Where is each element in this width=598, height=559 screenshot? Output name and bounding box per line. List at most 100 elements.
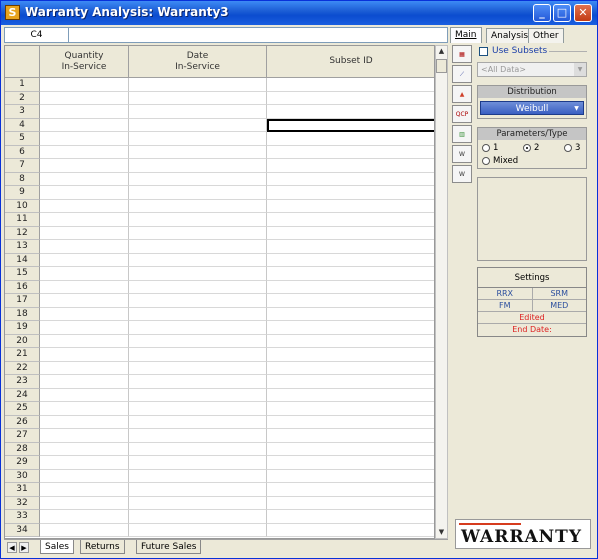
- table-cell[interactable]: [40, 172, 129, 186]
- use-subsets-checkbox[interactable]: [479, 47, 488, 56]
- table-row[interactable]: 15: [5, 267, 434, 281]
- table-cell[interactable]: [40, 483, 129, 497]
- table-cell[interactable]: [267, 416, 434, 429]
- table-cell[interactable]: [40, 496, 129, 510]
- row-number[interactable]: 34: [5, 523, 40, 537]
- table-cell[interactable]: [129, 226, 267, 240]
- title-bar[interactable]: S Warranty Analysis: Warranty3 _ □ ✕: [1, 1, 597, 25]
- row-number[interactable]: 8: [5, 172, 40, 186]
- table-cell[interactable]: [267, 200, 434, 213]
- setting-rrx[interactable]: RRX: [478, 288, 532, 299]
- table-cell[interactable]: [267, 443, 434, 456]
- table-cell[interactable]: [40, 213, 129, 227]
- row-number[interactable]: 15: [5, 267, 40, 281]
- row-number[interactable]: 19: [5, 321, 40, 335]
- table-row[interactable]: 28: [5, 442, 434, 456]
- table-cell[interactable]: [129, 280, 267, 294]
- table-cell[interactable]: [40, 510, 129, 524]
- scroll-up-icon[interactable]: ▲: [436, 46, 447, 57]
- table-cell[interactable]: [129, 510, 267, 524]
- radio-dot[interactable]: [482, 157, 490, 165]
- row-number[interactable]: 5: [5, 132, 40, 146]
- table-cell[interactable]: [129, 78, 267, 92]
- wizard-icon[interactable]: W: [452, 145, 472, 163]
- table-row[interactable]: 17: [5, 294, 434, 308]
- table-cell[interactable]: [129, 253, 267, 267]
- row-number[interactable]: 18: [5, 307, 40, 321]
- table-cell[interactable]: [267, 132, 434, 146]
- table-cell[interactable]: [40, 348, 129, 362]
- table-cell[interactable]: [129, 523, 267, 537]
- use-subsets-row[interactable]: Use Subsets: [477, 45, 589, 59]
- row-number[interactable]: 13: [5, 240, 40, 254]
- maximize-button[interactable]: □: [553, 4, 571, 22]
- row-number[interactable]: 30: [5, 469, 40, 483]
- table-cell[interactable]: [40, 132, 129, 146]
- table-cell[interactable]: [267, 213, 434, 227]
- table-cell[interactable]: [267, 105, 434, 119]
- table-cell[interactable]: [267, 402, 434, 416]
- table-cell[interactable]: [129, 388, 267, 402]
- table-row[interactable]: 21: [5, 348, 434, 362]
- table-cell[interactable]: [129, 213, 267, 227]
- row-number[interactable]: 29: [5, 456, 40, 470]
- row-number[interactable]: 28: [5, 442, 40, 456]
- table-cell[interactable]: [40, 402, 129, 416]
- table-cell[interactable]: [129, 361, 267, 375]
- row-number[interactable]: 27: [5, 429, 40, 443]
- mountain-chart-icon[interactable]: ▲: [452, 85, 472, 103]
- table-cell[interactable]: [40, 240, 129, 254]
- table-cell[interactable]: [129, 483, 267, 497]
- table-cell[interactable]: [267, 173, 434, 186]
- table-row[interactable]: 20: [5, 334, 434, 348]
- table-row[interactable]: 25: [5, 402, 434, 416]
- radio-dot[interactable]: [564, 144, 572, 152]
- cell-reference-box[interactable]: C4: [5, 28, 69, 42]
- table-cell[interactable]: [267, 470, 434, 483]
- table-cell[interactable]: [267, 240, 434, 254]
- table-cell[interactable]: [129, 132, 267, 146]
- table-cell[interactable]: [40, 388, 129, 402]
- table-cell[interactable]: [40, 78, 129, 92]
- setting-srm[interactable]: SRM: [531, 288, 587, 299]
- table-row[interactable]: 5: [5, 132, 434, 146]
- table-row[interactable]: 1: [5, 78, 434, 92]
- corner-header[interactable]: [5, 46, 40, 78]
- table-cell[interactable]: [40, 375, 129, 389]
- table-cell[interactable]: [267, 456, 434, 470]
- table-cell[interactable]: [129, 348, 267, 362]
- row-number[interactable]: 25: [5, 402, 40, 416]
- tab-main[interactable]: Main: [450, 27, 482, 43]
- row-number[interactable]: 21: [5, 348, 40, 362]
- row-number[interactable]: 11: [5, 213, 40, 227]
- cell-reference-bar[interactable]: C4: [4, 27, 448, 43]
- table-cell[interactable]: [129, 199, 267, 213]
- table-row[interactable]: 33: [5, 510, 434, 524]
- table-row[interactable]: 12: [5, 226, 434, 240]
- row-number[interactable]: 12: [5, 226, 40, 240]
- table-cell[interactable]: [40, 469, 129, 483]
- table-cell[interactable]: [40, 186, 129, 200]
- table-row[interactable]: 8: [5, 172, 434, 186]
- probability-plot-icon[interactable]: ⟋: [452, 65, 472, 83]
- row-number[interactable]: 4: [5, 118, 40, 132]
- table-cell[interactable]: [267, 429, 434, 443]
- table-cell[interactable]: [40, 321, 129, 335]
- setting-edited[interactable]: Edited: [478, 312, 586, 324]
- row-number[interactable]: 22: [5, 361, 40, 375]
- table-cell[interactable]: [267, 254, 434, 267]
- row-number[interactable]: 17: [5, 294, 40, 308]
- table-cell[interactable]: [267, 389, 434, 402]
- scroll-down-icon[interactable]: ▼: [436, 527, 447, 538]
- sheet-tab-returns[interactable]: Returns: [80, 540, 125, 554]
- radio-mixed[interactable]: Mixed: [482, 156, 518, 166]
- table-cell[interactable]: [267, 281, 434, 294]
- row-number[interactable]: 10: [5, 199, 40, 213]
- data-grid[interactable]: Quantity In-Service Date In-Service Subs…: [4, 45, 435, 539]
- radio-1[interactable]: 1: [482, 143, 498, 153]
- table-cell[interactable]: [267, 78, 434, 92]
- table-cell[interactable]: [267, 321, 434, 335]
- row-number[interactable]: 32: [5, 496, 40, 510]
- table-cell[interactable]: [40, 429, 129, 443]
- table-cell[interactable]: [129, 334, 267, 348]
